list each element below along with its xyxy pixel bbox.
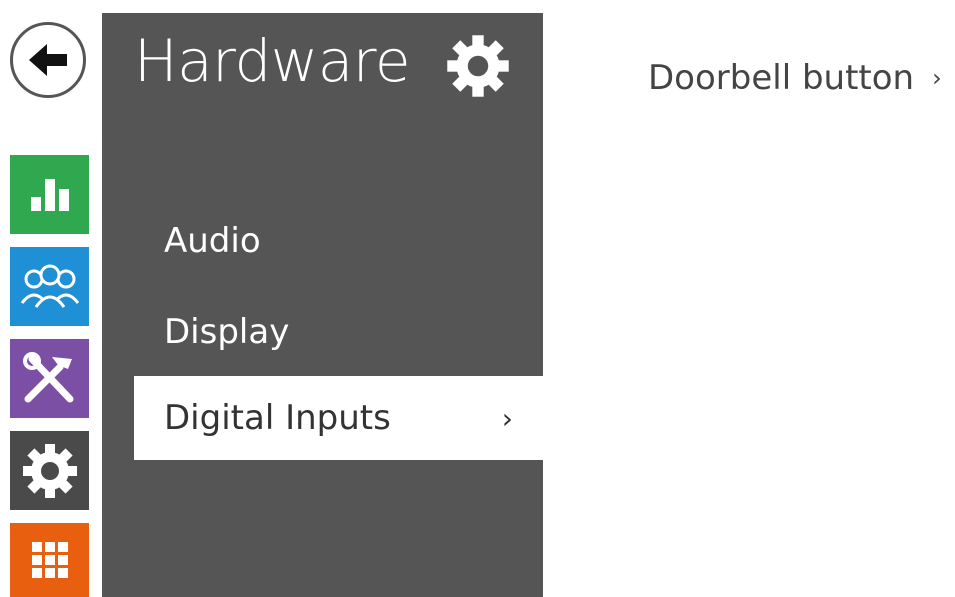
- menu-item-digital-inputs[interactable]: Digital Inputs ›: [134, 376, 543, 460]
- menu-item-display[interactable]: Display: [134, 290, 543, 374]
- menu-item-label: Audio: [164, 221, 261, 261]
- grid-icon: [31, 542, 68, 578]
- gear-icon: [447, 35, 509, 97]
- menu-item-audio[interactable]: Audio: [134, 199, 543, 283]
- services-tile[interactable]: [10, 339, 89, 418]
- gear-icon: [22, 443, 77, 498]
- hardware-tile[interactable]: [10, 431, 89, 510]
- menu-item-label: Digital Inputs: [164, 398, 391, 438]
- menu-item-label: Display: [164, 312, 290, 352]
- chevron-right-icon: ›: [932, 64, 942, 92]
- doorbell-button-link[interactable]: Doorbell button ›: [648, 58, 942, 98]
- back-button[interactable]: [10, 22, 86, 98]
- left-rail: [0, 0, 100, 597]
- status-tile[interactable]: [10, 155, 89, 234]
- panel-title: Hardware: [134, 27, 411, 95]
- users-tile[interactable]: [10, 247, 89, 326]
- system-tile[interactable]: [10, 523, 89, 597]
- chevron-right-icon: ›: [501, 401, 513, 435]
- breadcrumb-label: Doorbell button: [648, 58, 915, 98]
- bar-chart-icon: [30, 178, 69, 211]
- tools-icon: [22, 351, 73, 402]
- arrow-left-icon: [29, 44, 67, 76]
- users-icon: [20, 264, 79, 308]
- side-panel: Hardware Audio Display Digital Inputs ›: [102, 13, 543, 597]
